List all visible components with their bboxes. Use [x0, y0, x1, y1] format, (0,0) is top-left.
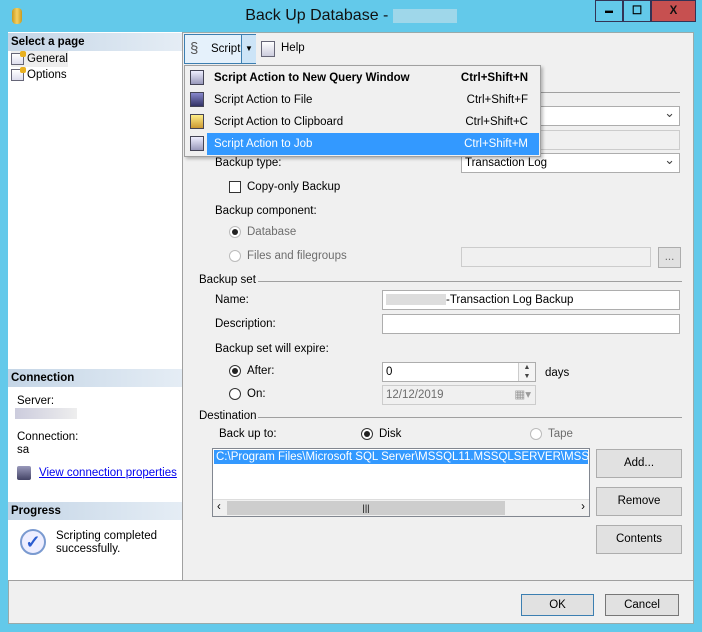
- tape-label: Tape: [548, 428, 573, 440]
- on-date-value: 12/12/2019: [386, 389, 444, 401]
- ok-button[interactable]: OK: [521, 594, 594, 616]
- footer-divider: [8, 580, 694, 581]
- tape-radio[interactable]: [530, 428, 542, 440]
- scroll-left-icon[interactable]: ‹: [217, 501, 221, 513]
- copy-only-label: Copy-only Backup: [247, 181, 341, 193]
- minimize-button[interactable]: ▬: [595, 0, 623, 22]
- backup-name-input[interactable]: -Transaction Log Backup: [382, 290, 680, 310]
- page-icon: [11, 51, 26, 65]
- backup-name-value: -Transaction Log Backup: [446, 294, 574, 306]
- add-button[interactable]: Add...: [596, 449, 682, 478]
- redacted-server: [15, 408, 77, 419]
- browse-files-button[interactable]: ...: [658, 247, 681, 268]
- on-date-picker[interactable]: 12/12/2019 ▦▾: [382, 385, 536, 405]
- script-icon: §: [190, 40, 199, 57]
- close-button[interactable]: X: [651, 0, 696, 22]
- database-radio-label: Database: [247, 226, 297, 238]
- scroll-right-icon[interactable]: ›: [581, 501, 585, 513]
- disk-radio[interactable]: [361, 428, 373, 440]
- section-divider: [258, 417, 682, 418]
- cancel-button[interactable]: Cancel: [605, 594, 679, 616]
- menu-item-job[interactable]: Script Action to Job Ctrl+Shift+M: [185, 133, 540, 155]
- help-icon: [261, 41, 275, 57]
- destination-heading: Destination: [199, 410, 257, 422]
- backup-type-label: Backup type:: [215, 157, 282, 169]
- page-general[interactable]: General: [11, 51, 68, 67]
- clipboard-icon: [190, 114, 204, 129]
- redacted-db-name: [392, 8, 457, 23]
- script-label: Script: [211, 43, 241, 55]
- menu-item-file[interactable]: Script Action to File Ctrl+Shift+F: [185, 89, 540, 111]
- page-label: General: [27, 53, 68, 65]
- progress-header: Progress: [8, 502, 182, 520]
- on-label: On:: [247, 388, 266, 400]
- redacted-name: [386, 294, 446, 306]
- progress-status: Scripting completed successfully.: [56, 530, 157, 555]
- help-button[interactable]: Help: [281, 42, 305, 54]
- backup-component-label: Backup component:: [215, 205, 317, 217]
- remove-button[interactable]: Remove: [596, 487, 682, 516]
- after-days-input[interactable]: 0: [382, 362, 536, 382]
- days-label: days: [545, 367, 570, 379]
- days-spinner[interactable]: ▲ ▼: [518, 363, 535, 381]
- destination-list[interactable]: C:\Program Files\Microsoft SQL Server\MS…: [212, 448, 590, 517]
- script-dropdown-arrow[interactable]: ▼: [241, 35, 256, 63]
- section-divider: [258, 281, 682, 282]
- database-icon: [12, 8, 22, 24]
- database-radio[interactable]: [229, 226, 241, 238]
- files-field: [461, 247, 651, 267]
- on-radio[interactable]: [229, 388, 241, 400]
- description-label: Description:: [215, 318, 276, 330]
- query-window-icon: [190, 70, 204, 85]
- files-radio-label: Files and filegroups: [247, 250, 347, 262]
- menu-item-new-query-window[interactable]: Script Action to New Query Window Ctrl+Sh…: [185, 67, 540, 89]
- select-page-header: Select a page: [8, 33, 182, 51]
- scroll-thumb[interactable]: |||: [227, 501, 505, 515]
- page-options[interactable]: Options: [11, 67, 67, 83]
- save-file-icon: [190, 92, 204, 107]
- name-label: Name:: [215, 294, 249, 306]
- connection-properties-icon: [17, 466, 31, 480]
- page-icon: [11, 67, 26, 81]
- contents-button[interactable]: Contents: [596, 525, 682, 554]
- connection-header: Connection: [8, 369, 182, 387]
- window-title: Back Up Database -: [245, 7, 393, 24]
- expire-label: Backup set will expire:: [215, 343, 329, 355]
- job-icon: [190, 136, 204, 151]
- section-divider: [540, 92, 680, 93]
- after-label: After:: [247, 365, 275, 377]
- page-label: Options: [27, 69, 67, 81]
- copy-only-checkbox[interactable]: [229, 181, 241, 193]
- backup-set-heading: Backup set: [199, 274, 256, 286]
- script-button[interactable]: § Script ▼: [184, 34, 256, 64]
- back-up-to-label: Back up to:: [219, 428, 277, 440]
- script-dropdown-menu: Script Action to New Query Window Ctrl+Sh…: [184, 65, 541, 157]
- server-label: Server:: [17, 395, 55, 407]
- connection-label: Connection:: [17, 431, 79, 443]
- after-radio[interactable]: [229, 365, 241, 377]
- calendar-icon: ▦▾: [514, 389, 531, 401]
- destination-list-item[interactable]: C:\Program Files\Microsoft SQL Server\MS…: [214, 450, 588, 464]
- description-input[interactable]: [382, 314, 680, 334]
- horizontal-scrollbar[interactable]: ‹ ||| ›: [213, 499, 589, 516]
- view-connection-properties-link[interactable]: View connection properties: [39, 467, 177, 479]
- disk-label: Disk: [379, 428, 402, 440]
- menu-item-clipboard[interactable]: Script Action to Clipboard Ctrl+Shift+C: [185, 111, 540, 133]
- connection-value: sa: [17, 444, 30, 456]
- left-panel: Select a page General Options Connection…: [8, 32, 183, 580]
- maximize-button[interactable]: ☐: [623, 0, 651, 22]
- files-radio[interactable]: [229, 250, 241, 262]
- success-check-icon: ✓: [20, 529, 46, 555]
